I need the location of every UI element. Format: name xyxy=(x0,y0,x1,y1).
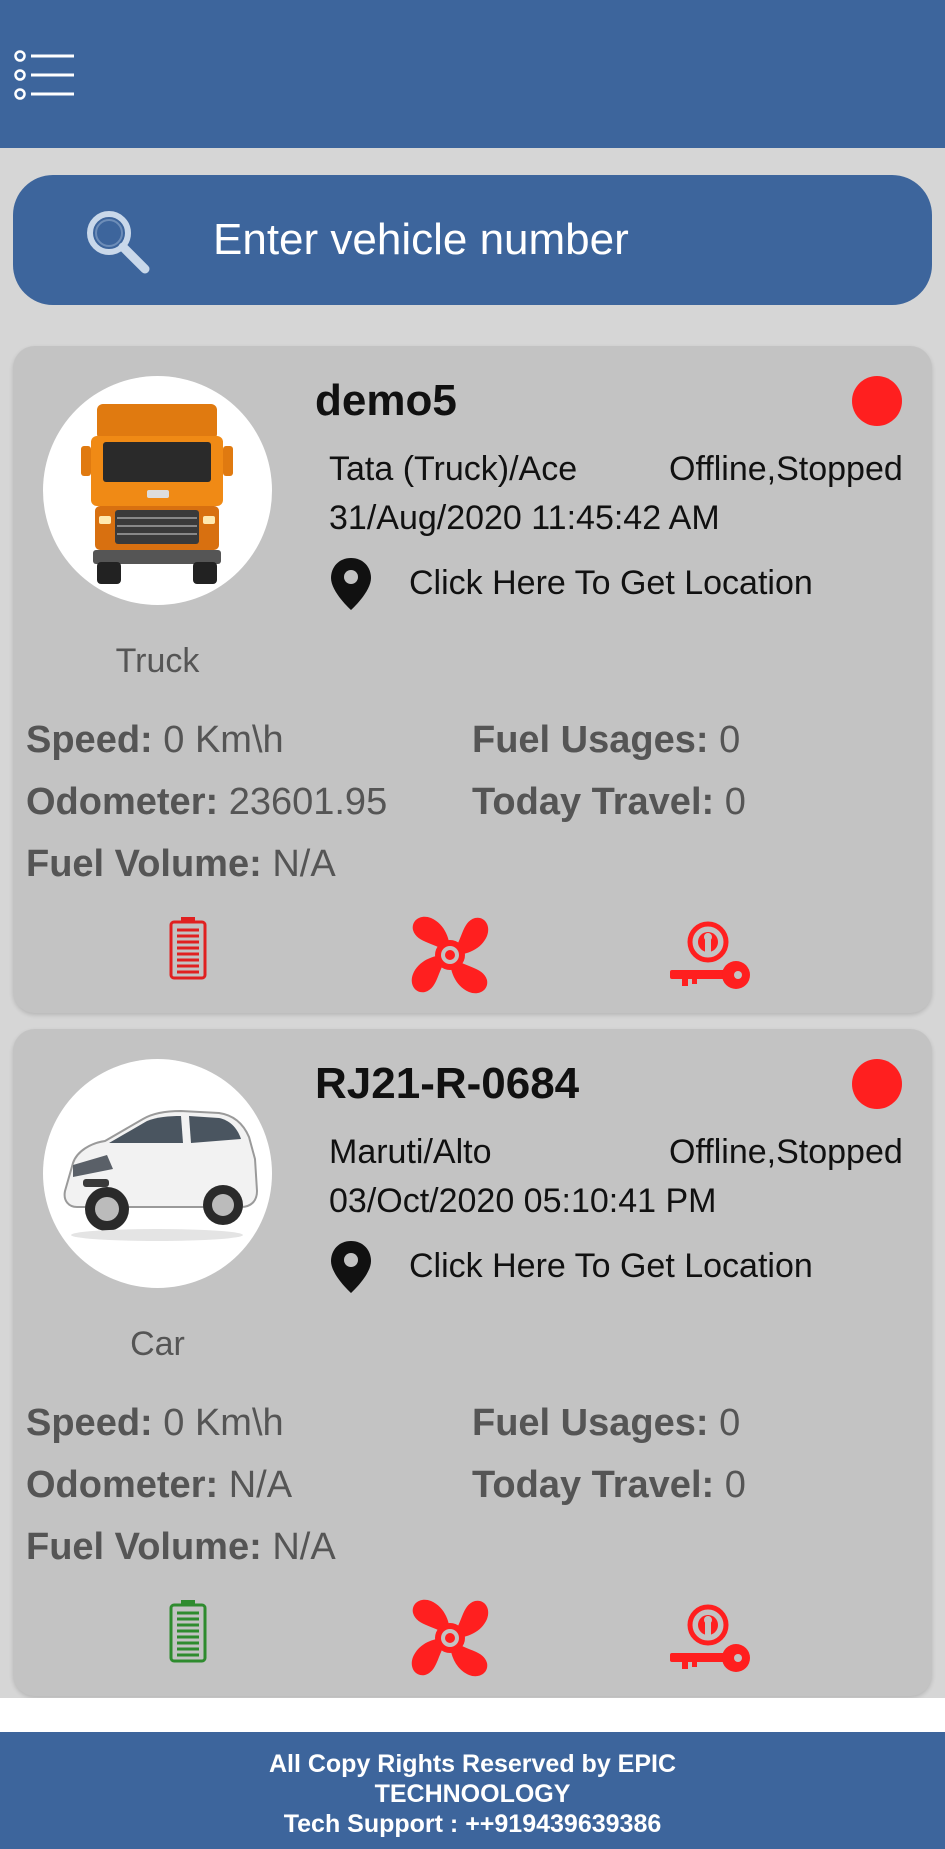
vehicle-search-input[interactable] xyxy=(213,205,893,275)
today-travel-label: Today Travel: xyxy=(472,1464,715,1506)
fuel-volume-value: N/A xyxy=(272,843,336,885)
search-icon xyxy=(87,211,150,274)
speed-value: 0 Km\h xyxy=(163,719,284,761)
speed-label: Speed: xyxy=(26,719,153,761)
vehicle-state: Offline,Stopped xyxy=(669,450,903,488)
speed-value: 0 Km\h xyxy=(163,1402,284,1444)
battery-icon[interactable] xyxy=(168,1599,208,1663)
car-image xyxy=(63,1109,259,1241)
vehicle-avatar xyxy=(43,1059,272,1288)
location-pin-icon xyxy=(331,558,371,610)
last-update-time: 03/Oct/2020 05:10:41 PM xyxy=(329,1182,717,1220)
odometer-value: N/A xyxy=(228,1464,293,1506)
speed-label: Speed: xyxy=(26,1402,153,1444)
copyright-line-1: All Copy Rights Reserved by EPIC xyxy=(268,1750,677,1778)
vehicle-avatar xyxy=(43,376,272,605)
location-link-text: Click Here To Get Location xyxy=(409,564,813,602)
footer: All Copy Rights Reserved by EPIC TECHNOO… xyxy=(0,1732,945,1849)
menu-list-icon xyxy=(14,50,74,100)
today-travel-stat: Today Travel: 0 xyxy=(472,1464,746,1507)
odometer-label: Odometer: xyxy=(26,781,219,823)
copyright-line-2: TECHNOOLOGY xyxy=(374,1780,571,1808)
today-travel-value: 0 xyxy=(724,781,746,823)
speed-stat: Speed: 0 Km\h xyxy=(26,719,284,762)
fuel-usage-value: 0 xyxy=(719,719,741,761)
tech-support-line: Tech Support : ++919439639386 xyxy=(283,1810,662,1838)
status-indicator xyxy=(852,376,902,426)
vehicle-type: Car xyxy=(130,1325,185,1363)
app-header xyxy=(0,0,945,148)
fan-icon[interactable] xyxy=(407,912,493,998)
fuel-volume-label: Fuel Volume: xyxy=(26,1526,262,1568)
speed-stat: Speed: 0 Km\h xyxy=(26,1402,284,1445)
fuel-volume-stat: Fuel Volume: N/A xyxy=(26,1526,336,1569)
odometer-stat: Odometer: 23601.95 xyxy=(26,781,387,824)
fuel-usage-value: 0 xyxy=(719,1402,741,1444)
odometer-label: Odometer: xyxy=(26,1464,219,1506)
location-pin-icon xyxy=(331,1241,371,1293)
today-travel-value: 0 xyxy=(724,1464,746,1506)
last-update-time: 31/Aug/2020 11:45:42 AM xyxy=(329,499,720,537)
vehicle-number: RJ21-R-0684 xyxy=(315,1059,580,1108)
today-travel-stat: Today Travel: 0 xyxy=(472,781,746,824)
fuel-usage-label: Fuel Usages: xyxy=(472,719,709,761)
fuel-usage-stat: Fuel Usages: 0 xyxy=(472,1402,740,1445)
location-link-text: Click Here To Get Location xyxy=(409,1247,813,1285)
search-bar xyxy=(13,175,932,305)
vehicle-card[interactable]: Truck demo5 Tata (Truck)/Ace Offline,Sto… xyxy=(13,346,932,1013)
battery-icon[interactable] xyxy=(168,916,208,980)
ignition-key-icon[interactable] xyxy=(668,1603,752,1677)
odometer-value: 23601.95 xyxy=(228,781,388,823)
vehicle-model: Tata (Truck)/Ace xyxy=(329,450,578,488)
fuel-volume-value: N/A xyxy=(272,1526,336,1568)
ignition-key-icon[interactable] xyxy=(668,920,752,994)
vehicle-card[interactable]: Car RJ21-R-0684 Maruti/Alto Offline,Stop… xyxy=(13,1029,932,1696)
vehicle-number: demo5 xyxy=(315,376,457,425)
fuel-volume-stat: Fuel Volume: N/A xyxy=(26,843,336,886)
odometer-stat: Odometer: N/A xyxy=(26,1464,292,1507)
truck-image xyxy=(81,404,233,584)
fan-icon[interactable] xyxy=(407,1595,493,1681)
list-end-spacer xyxy=(0,1698,945,1732)
status-indicator xyxy=(852,1059,902,1109)
fuel-usage-label: Fuel Usages: xyxy=(472,1402,709,1444)
menu-button[interactable] xyxy=(14,50,76,100)
fuel-volume-label: Fuel Volume: xyxy=(26,843,262,885)
fuel-usage-stat: Fuel Usages: 0 xyxy=(472,719,740,762)
vehicle-model: Maruti/Alto xyxy=(329,1133,492,1171)
vehicle-state: Offline,Stopped xyxy=(669,1133,903,1171)
vehicle-type: Truck xyxy=(115,642,200,680)
today-travel-label: Today Travel: xyxy=(472,781,715,823)
